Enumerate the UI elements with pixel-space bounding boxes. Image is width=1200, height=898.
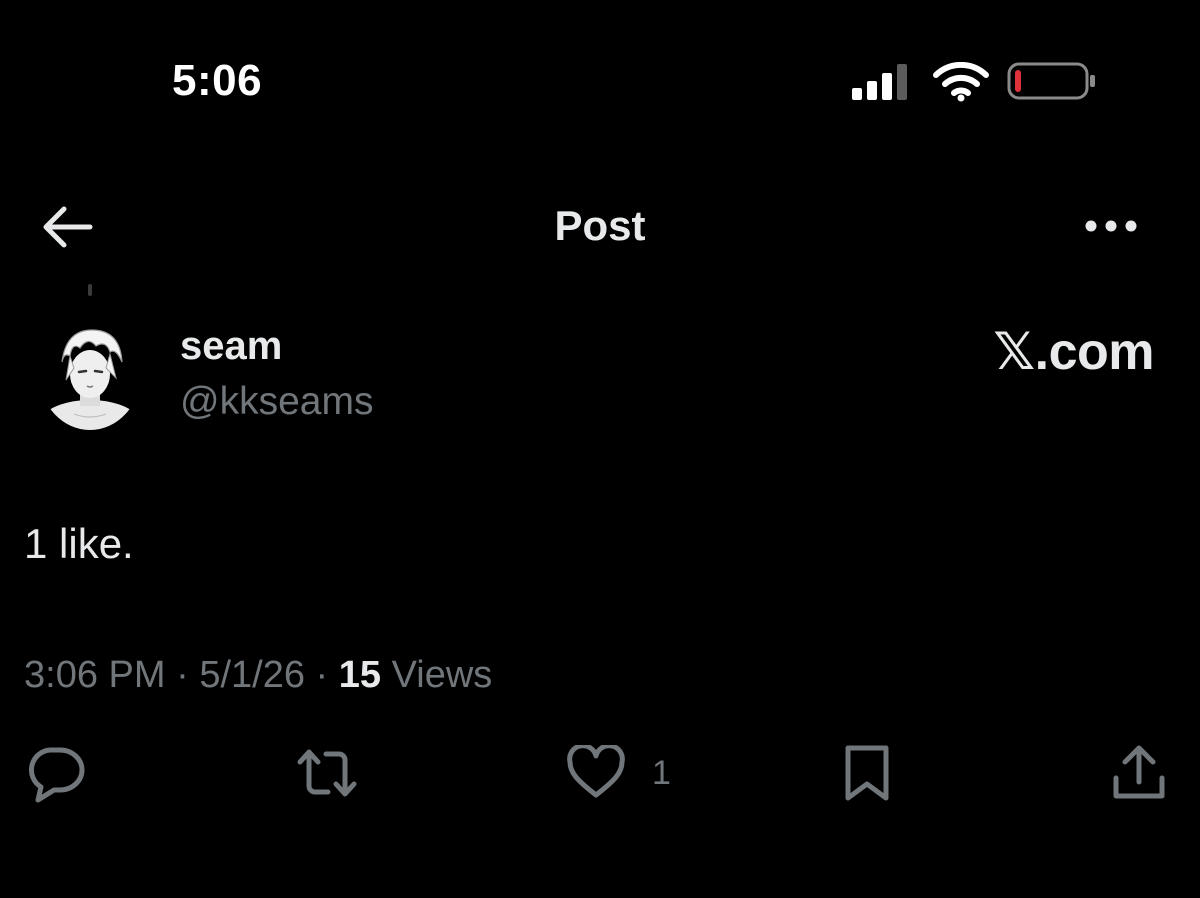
bookmark-icon	[845, 745, 889, 801]
heart-icon	[567, 745, 625, 798]
like-button[interactable]: 1	[566, 742, 676, 804]
meta-separator: ·	[315, 654, 329, 696]
more-horizontal-icon	[1085, 220, 1137, 232]
arrow-left-icon	[43, 206, 93, 248]
meta-separator: ·	[176, 654, 189, 696]
back-button[interactable]	[40, 204, 94, 250]
views-label: Views	[391, 654, 493, 696]
author-display-name[interactable]: seam	[180, 324, 282, 369]
views-count: 15	[338, 654, 382, 696]
post-text: 1 like.	[24, 520, 134, 567]
battery-low-icon	[1006, 60, 1098, 102]
share-button[interactable]	[1110, 742, 1168, 804]
cellular-signal-icon	[850, 62, 912, 100]
status-time: 5:06	[172, 56, 263, 105]
share-icon	[1113, 745, 1165, 799]
more-options-button[interactable]	[1082, 212, 1140, 240]
post-time: 3:06 PM	[24, 654, 166, 696]
page-title: Post	[554, 202, 646, 249]
repost-icon	[297, 749, 357, 797]
author-handle: @kkseams	[180, 380, 374, 423]
thread-line	[88, 284, 92, 296]
like-count: 1	[652, 753, 671, 792]
x-com-watermark: 𝕏.com	[993, 323, 1154, 381]
post-date: 5/1/26	[199, 654, 305, 696]
wifi-icon	[932, 61, 990, 102]
bookmark-button[interactable]	[840, 742, 894, 804]
reply-button[interactable]	[24, 742, 86, 804]
reply-icon	[28, 747, 85, 803]
post-meta: 3:06 PM · 5/1/26 · 15 Views	[24, 654, 492, 697]
avatar[interactable]	[40, 322, 140, 430]
repost-button[interactable]	[294, 742, 360, 804]
